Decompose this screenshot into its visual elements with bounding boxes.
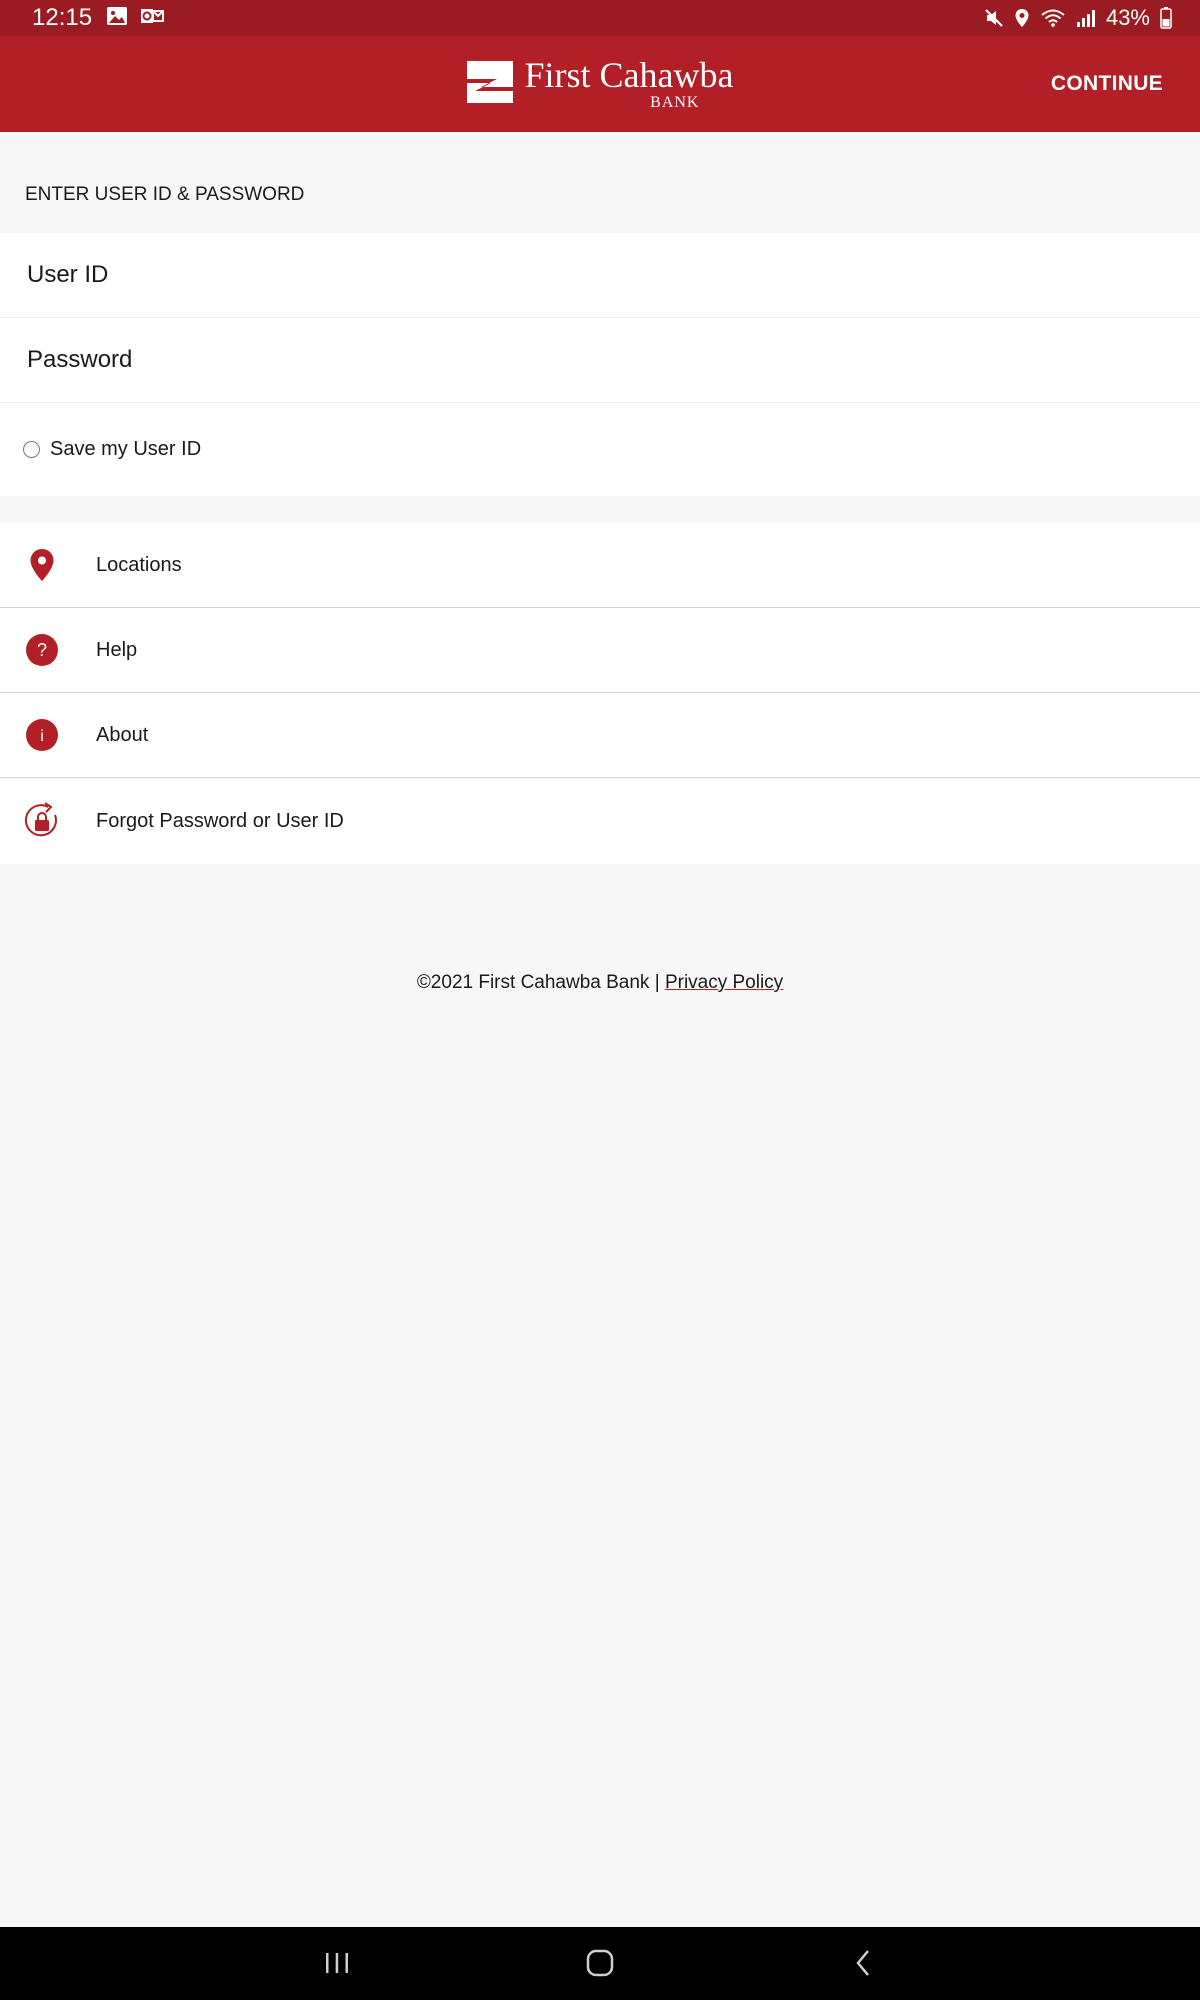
save-user-id-label: Save my User ID [50,438,202,460]
info-icon: i [21,719,63,751]
svg-text:i: i [40,728,44,745]
privacy-policy-link[interactable]: Privacy Policy [665,972,783,993]
copyright-text: ©2021 First Cahawba Bank | [416,972,665,993]
mute-icon [984,8,1004,28]
home-icon[interactable] [580,1945,620,1981]
menu-item-locations[interactable]: Locations [0,523,1200,608]
section-title: ENTER USER ID & PASSWORD [25,184,305,205]
logo-subtitle: BANK [650,94,700,111]
status-bar: 12:15 43% [0,0,1200,36]
save-user-id-radio[interactable] [23,441,40,458]
footer: ©2021 First Cahawba Bank | Privacy Polic… [0,972,1200,994]
menu-item-forgot[interactable]: Forgot Password or User ID [0,778,1200,864]
app-header: First Cahawba BANK CONTINUE [0,36,1200,132]
back-icon[interactable] [843,1945,883,1981]
menu-label-forgot: Forgot Password or User ID [96,809,344,832]
location-pin-icon [21,548,63,582]
signal-icon [1076,8,1096,28]
battery-percent: 43% [1105,5,1150,30]
logo-mark-icon [466,59,513,110]
bank-logo: First Cahawba BANK [466,55,734,111]
menu-label-locations: Locations [96,553,182,576]
svg-text:?: ? [37,640,47,660]
menu-list: Locations ? Help i About Forgot Password… [0,523,1200,864]
menu-label-about: About [96,723,149,746]
question-icon: ? [21,634,63,666]
recent-apps-icon[interactable] [317,1945,357,1981]
wifi-icon [1040,8,1066,28]
outlook-icon [140,6,165,31]
location-status-icon [1014,8,1030,28]
gallery-icon [106,6,128,31]
logo-name: First Cahawba [524,55,734,95]
menu-label-help: Help [96,638,138,661]
menu-item-help[interactable]: ? Help [0,608,1200,693]
menu-item-about[interactable]: i About [0,693,1200,778]
password-row [0,318,1200,403]
login-card: Save my User ID [0,233,1200,496]
continue-button[interactable]: CONTINUE [1045,71,1169,97]
password-input[interactable] [25,345,1129,375]
system-nav-bar [0,1927,1200,2000]
user-id-input[interactable] [25,260,1129,290]
status-time: 12:15 [32,4,93,31]
battery-icon [1160,7,1172,29]
user-id-row [0,233,1200,318]
lock-reset-icon [21,802,63,840]
save-user-id-toggle[interactable]: Save my User ID [0,403,1200,496]
